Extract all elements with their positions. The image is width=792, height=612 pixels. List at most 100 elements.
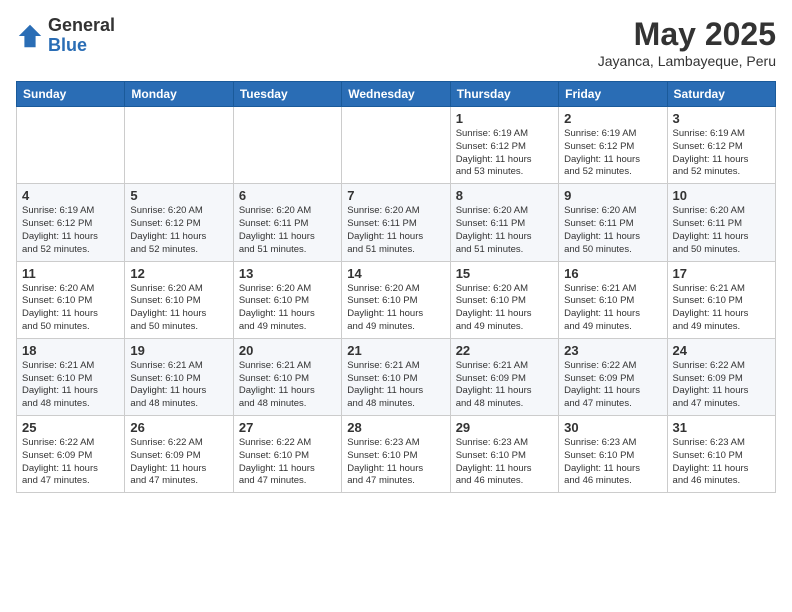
day-number: 15: [456, 266, 553, 281]
day-number: 11: [22, 266, 119, 281]
calendar-header-friday: Friday: [559, 82, 667, 107]
calendar-cell: 30 Sunrise: 6:23 AM Sunset: 6:10 PM Dayli…: [559, 416, 667, 493]
calendar-cell: [233, 107, 341, 184]
calendar-cell: 20 Sunrise: 6:21 AM Sunset: 6:10 PM Dayli…: [233, 338, 341, 415]
day-info: Sunrise: 6:21 AM Sunset: 6:10 PM Dayligh…: [130, 360, 227, 411]
day-info: Sunrise: 6:21 AM Sunset: 6:10 PM Dayligh…: [564, 283, 661, 334]
calendar-header-saturday: Saturday: [667, 82, 775, 107]
calendar-cell: 8 Sunrise: 6:20 AM Sunset: 6:11 PM Daylig…: [450, 184, 558, 261]
calendar-header-tuesday: Tuesday: [233, 82, 341, 107]
calendar-week-row: 18 Sunrise: 6:21 AM Sunset: 6:10 PM Dayli…: [17, 338, 776, 415]
day-number: 29: [456, 420, 553, 435]
calendar-cell: 28Sunrise: 6:23 AM Sunset: 6:10 PM Dayli…: [342, 416, 450, 493]
calendar-cell: 10 Sunrise: 6:20 AM Sunset: 6:11 PM Dayli…: [667, 184, 775, 261]
calendar-cell: 1Sunrise: 6:19 AM Sunset: 6:12 PM Daylig…: [450, 107, 558, 184]
day-info: Sunrise: 6:21 AM Sunset: 6:10 PM Dayligh…: [673, 283, 770, 334]
month-title: May 2025: [598, 16, 776, 53]
calendar-cell: 14 Sunrise: 6:20 AM Sunset: 6:10 PM Dayli…: [342, 261, 450, 338]
day-info: Sunrise: 6:20 AM Sunset: 6:10 PM Dayligh…: [239, 283, 336, 334]
calendar-cell: 17Sunrise: 6:21 AM Sunset: 6:10 PM Dayli…: [667, 261, 775, 338]
day-number: 31: [673, 420, 770, 435]
day-info: Sunrise: 6:22 AM Sunset: 6:09 PM Dayligh…: [22, 437, 119, 488]
calendar-cell: 7 Sunrise: 6:20 AM Sunset: 6:11 PM Daylig…: [342, 184, 450, 261]
logo-text: General Blue: [48, 16, 115, 56]
calendar-header-row: SundayMondayTuesdayWednesdayThursdayFrid…: [17, 82, 776, 107]
day-number: 4: [22, 188, 119, 203]
calendar-cell: 4Sunrise: 6:19 AM Sunset: 6:12 PM Daylig…: [17, 184, 125, 261]
day-number: 28: [347, 420, 444, 435]
day-info: Sunrise: 6:20 AM Sunset: 6:11 PM Dayligh…: [456, 205, 553, 256]
calendar-cell: 15 Sunrise: 6:20 AM Sunset: 6:10 PM Dayli…: [450, 261, 558, 338]
calendar-cell: 26 Sunrise: 6:22 AM Sunset: 6:09 PM Dayli…: [125, 416, 233, 493]
day-info: Sunrise: 6:20 AM Sunset: 6:11 PM Dayligh…: [347, 205, 444, 256]
day-number: 20: [239, 343, 336, 358]
day-number: 24: [673, 343, 770, 358]
day-info: Sunrise: 6:23 AM Sunset: 6:10 PM Dayligh…: [456, 437, 553, 488]
day-info: Sunrise: 6:20 AM Sunset: 6:12 PM Dayligh…: [130, 205, 227, 256]
day-info: Sunrise: 6:23 AM Sunset: 6:10 PM Dayligh…: [673, 437, 770, 488]
calendar-header-sunday: Sunday: [17, 82, 125, 107]
day-number: 14: [347, 266, 444, 281]
calendar-header-monday: Monday: [125, 82, 233, 107]
day-info: Sunrise: 6:20 AM Sunset: 6:10 PM Dayligh…: [130, 283, 227, 334]
day-info: Sunrise: 6:20 AM Sunset: 6:11 PM Dayligh…: [673, 205, 770, 256]
day-number: 27: [239, 420, 336, 435]
day-number: 6: [239, 188, 336, 203]
day-info: Sunrise: 6:23 AM Sunset: 6:10 PM Dayligh…: [564, 437, 661, 488]
calendar-cell: 19Sunrise: 6:21 AM Sunset: 6:10 PM Dayli…: [125, 338, 233, 415]
calendar-cell: 6Sunrise: 6:20 AM Sunset: 6:11 PM Daylig…: [233, 184, 341, 261]
day-number: 3: [673, 111, 770, 126]
calendar-cell: 12 Sunrise: 6:20 AM Sunset: 6:10 PM Dayli…: [125, 261, 233, 338]
calendar-cell: 5 Sunrise: 6:20 AM Sunset: 6:12 PM Daylig…: [125, 184, 233, 261]
day-info: Sunrise: 6:20 AM Sunset: 6:10 PM Dayligh…: [456, 283, 553, 334]
calendar-header-thursday: Thursday: [450, 82, 558, 107]
day-number: 16: [564, 266, 661, 281]
logo: General Blue: [16, 16, 115, 56]
calendar-week-row: 25Sunrise: 6:22 AM Sunset: 6:09 PM Dayli…: [17, 416, 776, 493]
day-number: 18: [22, 343, 119, 358]
calendar-cell: 18Sunrise: 6:21 AM Sunset: 6:10 PM Dayli…: [17, 338, 125, 415]
calendar-cell: 21 Sunrise: 6:21 AM Sunset: 6:10 PM Dayli…: [342, 338, 450, 415]
day-number: 21: [347, 343, 444, 358]
day-number: 10: [673, 188, 770, 203]
day-number: 9: [564, 188, 661, 203]
calendar-cell: 25Sunrise: 6:22 AM Sunset: 6:09 PM Dayli…: [17, 416, 125, 493]
day-number: 8: [456, 188, 553, 203]
calendar-cell: 22 Sunrise: 6:21 AM Sunset: 6:09 PM Dayli…: [450, 338, 558, 415]
calendar-cell: 11 Sunrise: 6:20 AM Sunset: 6:10 PM Dayli…: [17, 261, 125, 338]
calendar-cell: 23Sunrise: 6:22 AM Sunset: 6:09 PM Dayli…: [559, 338, 667, 415]
location: Jayanca, Lambayeque, Peru: [598, 53, 776, 69]
day-info: Sunrise: 6:20 AM Sunset: 6:10 PM Dayligh…: [22, 283, 119, 334]
calendar-cell: 29 Sunrise: 6:23 AM Sunset: 6:10 PM Dayli…: [450, 416, 558, 493]
calendar-cell: [125, 107, 233, 184]
calendar-table: SundayMondayTuesdayWednesdayThursdayFrid…: [16, 81, 776, 493]
day-number: 26: [130, 420, 227, 435]
day-number: 12: [130, 266, 227, 281]
day-info: Sunrise: 6:19 AM Sunset: 6:12 PM Dayligh…: [564, 128, 661, 179]
page-header: General Blue May 2025 Jayanca, Lambayequ…: [16, 16, 776, 69]
calendar-cell: 31 Sunrise: 6:23 AM Sunset: 6:10 PM Dayli…: [667, 416, 775, 493]
calendar-header-wednesday: Wednesday: [342, 82, 450, 107]
day-info: Sunrise: 6:22 AM Sunset: 6:09 PM Dayligh…: [673, 360, 770, 411]
calendar-cell: 13Sunrise: 6:20 AM Sunset: 6:10 PM Dayli…: [233, 261, 341, 338]
day-info: Sunrise: 6:21 AM Sunset: 6:10 PM Dayligh…: [347, 360, 444, 411]
calendar-cell: 2 Sunrise: 6:19 AM Sunset: 6:12 PM Daylig…: [559, 107, 667, 184]
calendar-week-row: 4Sunrise: 6:19 AM Sunset: 6:12 PM Daylig…: [17, 184, 776, 261]
day-number: 2: [564, 111, 661, 126]
day-number: 30: [564, 420, 661, 435]
day-number: 7: [347, 188, 444, 203]
day-info: Sunrise: 6:20 AM Sunset: 6:11 PM Dayligh…: [564, 205, 661, 256]
day-number: 22: [456, 343, 553, 358]
calendar-cell: 3 Sunrise: 6:19 AM Sunset: 6:12 PM Daylig…: [667, 107, 775, 184]
day-info: Sunrise: 6:20 AM Sunset: 6:10 PM Dayligh…: [347, 283, 444, 334]
day-info: Sunrise: 6:21 AM Sunset: 6:10 PM Dayligh…: [239, 360, 336, 411]
day-info: Sunrise: 6:22 AM Sunset: 6:09 PM Dayligh…: [130, 437, 227, 488]
calendar-cell: 24 Sunrise: 6:22 AM Sunset: 6:09 PM Dayli…: [667, 338, 775, 415]
calendar-cell: [17, 107, 125, 184]
day-info: Sunrise: 6:21 AM Sunset: 6:09 PM Dayligh…: [456, 360, 553, 411]
day-number: 5: [130, 188, 227, 203]
day-number: 23: [564, 343, 661, 358]
calendar-week-row: 1Sunrise: 6:19 AM Sunset: 6:12 PM Daylig…: [17, 107, 776, 184]
calendar-cell: 27Sunrise: 6:22 AM Sunset: 6:10 PM Dayli…: [233, 416, 341, 493]
day-info: Sunrise: 6:19 AM Sunset: 6:12 PM Dayligh…: [673, 128, 770, 179]
